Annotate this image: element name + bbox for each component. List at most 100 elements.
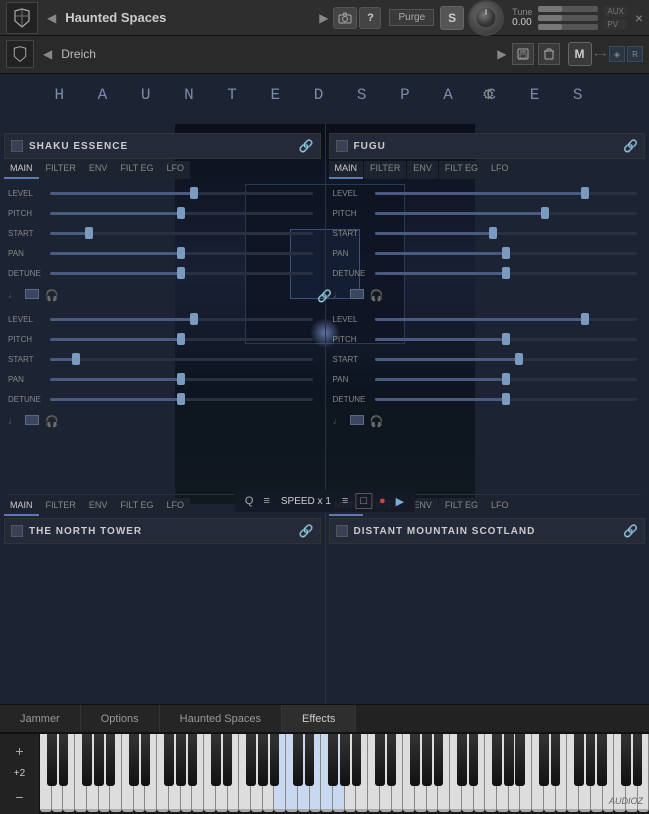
black-key[interactable]	[574, 734, 584, 786]
waveform-icon-tl[interactable]	[25, 289, 39, 299]
tab-main-tr[interactable]: MAIN	[329, 161, 364, 179]
list-btn[interactable]: ≡	[260, 494, 272, 508]
black-key[interactable]	[597, 734, 607, 786]
tab-lfo-tl[interactable]: LFO	[161, 161, 191, 179]
inst-checkbox-bl[interactable]	[11, 525, 23, 537]
black-key[interactable]	[176, 734, 186, 786]
m-btn[interactable]: M	[568, 42, 592, 66]
headphones2-icon-tr[interactable]: 🎧	[370, 415, 384, 428]
note-icon-tl[interactable]: ♩	[8, 289, 19, 302]
tab-lfo-br[interactable]: LFO	[485, 498, 515, 516]
tab-filt-eg-tl[interactable]: FILT EG	[114, 161, 159, 179]
tab-filt-eg-br[interactable]: FILT EG	[439, 498, 484, 516]
black-key[interactable]	[352, 734, 362, 786]
tab-filt-eg-tr[interactable]: FILT EG	[439, 161, 484, 179]
slider-level-tl[interactable]: LEVEL	[8, 184, 317, 202]
slider-pan-tl[interactable]: PAN	[8, 244, 317, 262]
gear-icon[interactable]: ⚙	[482, 86, 495, 103]
black-key[interactable]	[422, 734, 432, 786]
piano-keys-container[interactable]: AUDIOZ	[40, 734, 649, 814]
black-key[interactable]	[94, 734, 104, 786]
folder-btn[interactable]: □	[355, 493, 372, 509]
inst-checkbox-tl[interactable]	[11, 140, 23, 152]
tab-haunted-spaces[interactable]: Haunted Spaces	[160, 705, 282, 732]
black-key[interactable]	[293, 734, 303, 786]
menu-btn[interactable]: ≡	[339, 494, 351, 508]
black-key[interactable]	[188, 734, 198, 786]
play-btn[interactable]: ▶	[393, 494, 407, 509]
tab-filter-tr[interactable]: FILTER	[364, 161, 406, 179]
slider-detune-tr[interactable]: DETUNE	[333, 264, 642, 282]
black-key[interactable]	[457, 734, 467, 786]
inst-checkbox-tr[interactable]	[336, 140, 348, 152]
slider2-pitch-tr[interactable]: PITCH	[333, 330, 642, 348]
black-key[interactable]	[82, 734, 92, 786]
camera-btn[interactable]	[333, 7, 357, 29]
pitch-minus[interactable]: −	[15, 789, 23, 805]
slider2-level-tl[interactable]: LEVEL	[8, 310, 317, 328]
tab-lfo-bl[interactable]: LFO	[161, 498, 191, 516]
waveform2-icon-tl[interactable]	[25, 415, 39, 425]
black-key[interactable]	[164, 734, 174, 786]
black-key[interactable]	[47, 734, 57, 786]
nav-arrow-left[interactable]: ◀	[44, 11, 59, 25]
slider-start-tl[interactable]: START	[8, 224, 317, 242]
nav-arrow-right[interactable]: ▶	[316, 11, 331, 25]
black-key[interactable]	[211, 734, 221, 786]
black-key[interactable]	[223, 734, 233, 786]
tab-options[interactable]: Options	[81, 705, 160, 732]
black-key[interactable]	[504, 734, 514, 786]
inst-link-tl[interactable]: 🔗	[299, 139, 314, 153]
black-key[interactable]	[270, 734, 280, 786]
black-key[interactable]	[328, 734, 338, 786]
slider-pitch-tr[interactable]: PITCH	[333, 204, 642, 222]
black-key[interactable]	[469, 734, 479, 786]
slider2-start-tr[interactable]: START	[333, 350, 642, 368]
note2-icon-tr[interactable]: ♩	[333, 415, 344, 428]
black-key[interactable]	[59, 734, 69, 786]
black-key[interactable]	[633, 734, 643, 786]
nav-arrow-left-2[interactable]: ◀	[40, 47, 55, 61]
slider2-level-tr[interactable]: LEVEL	[333, 310, 642, 328]
note-icon-tr[interactable]: ♩	[333, 289, 344, 302]
slider-level-tr[interactable]: LEVEL	[333, 184, 642, 202]
tab-lfo-tr[interactable]: LFO	[485, 161, 515, 179]
tab-env-bl[interactable]: ENV	[83, 498, 114, 516]
tab-effects[interactable]: Effects	[282, 705, 356, 732]
close-btn[interactable]: ×	[635, 10, 643, 26]
black-key[interactable]	[340, 734, 350, 786]
slider2-pan-tl[interactable]: PAN	[8, 370, 317, 388]
black-key[interactable]	[515, 734, 525, 786]
slider2-pan-tr[interactable]: PAN	[333, 370, 642, 388]
black-key[interactable]	[410, 734, 420, 786]
purge-btn[interactable]: Purge	[389, 9, 434, 26]
black-key[interactable]	[375, 734, 385, 786]
headphones2-icon-tl[interactable]: 🎧	[45, 415, 59, 428]
tune-knob[interactable]	[468, 0, 504, 36]
tab-main-bl[interactable]: MAIN	[4, 498, 39, 516]
tab-filter-bl[interactable]: FILTER	[40, 498, 82, 516]
black-key[interactable]	[551, 734, 561, 786]
tab-jammer[interactable]: Jammer	[0, 705, 81, 732]
pitch-plus[interactable]: +	[15, 743, 23, 759]
save-btn[interactable]	[512, 43, 534, 65]
black-key[interactable]	[387, 734, 397, 786]
black-key[interactable]	[539, 734, 549, 786]
slider2-detune-tr[interactable]: DETUNE	[333, 390, 642, 408]
tab-env-tl[interactable]: ENV	[83, 161, 114, 179]
black-key[interactable]	[106, 734, 116, 786]
black-key[interactable]	[246, 734, 256, 786]
waveform-icon-tr[interactable]	[350, 289, 364, 299]
headphones-icon-tl[interactable]: 🎧	[45, 289, 59, 302]
slider-pan-tr[interactable]: PAN	[333, 244, 642, 262]
delete-btn[interactable]	[538, 43, 560, 65]
slider2-start-tl[interactable]: START	[8, 350, 317, 368]
record-btn[interactable]: ●	[376, 494, 389, 508]
slider2-detune-tl[interactable]: DETUNE	[8, 390, 317, 408]
tab-filter-tl[interactable]: FILTER	[40, 161, 82, 179]
black-key[interactable]	[258, 734, 268, 786]
mini-slider-3[interactable]	[538, 24, 598, 30]
inst-checkbox-br[interactable]	[336, 525, 348, 537]
s-btn[interactable]: S	[440, 6, 464, 30]
black-key[interactable]	[586, 734, 596, 786]
